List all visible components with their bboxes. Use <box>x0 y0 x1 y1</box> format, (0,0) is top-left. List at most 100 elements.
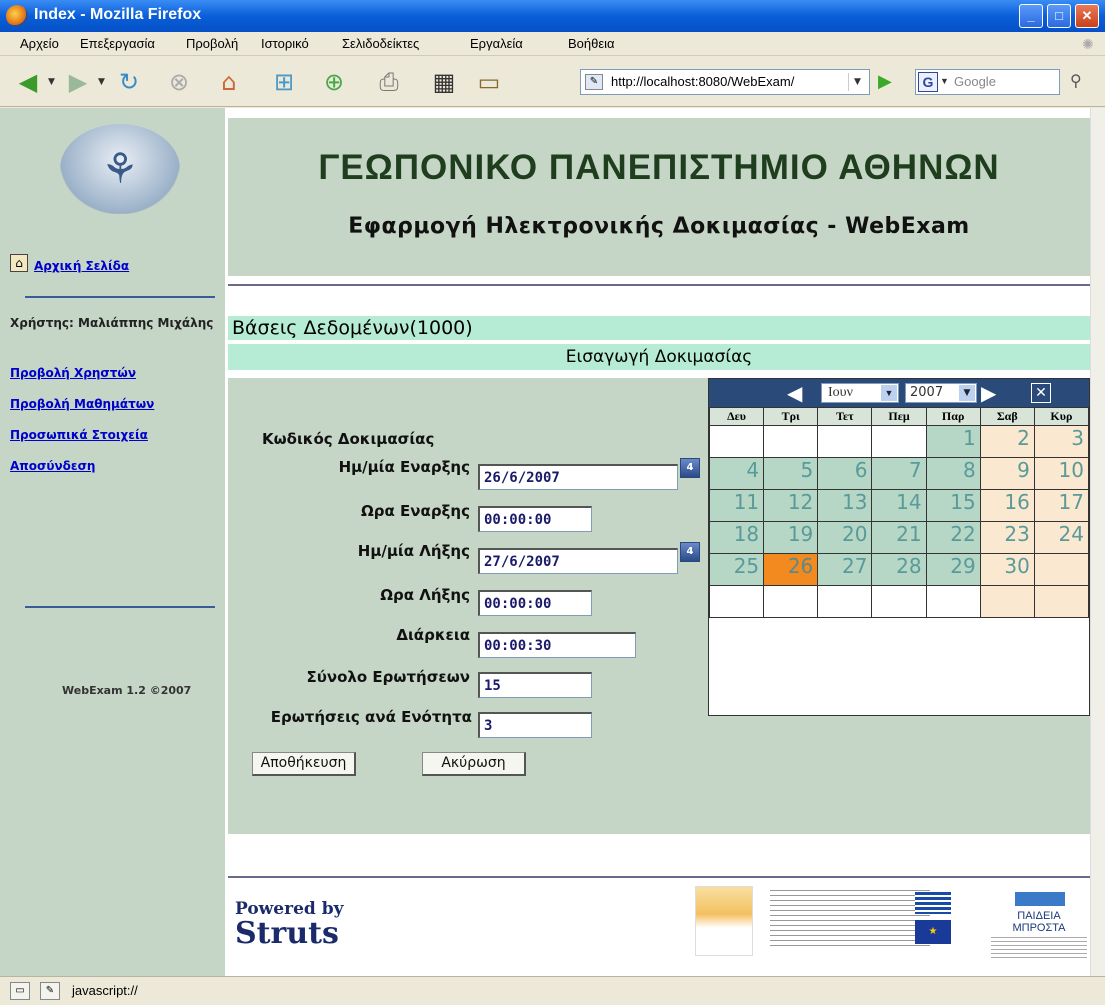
calendar-day[interactable]: 23 <box>979 521 1035 554</box>
calendar-day[interactable]: 29 <box>925 553 981 586</box>
eu-flag-icon: ★ <box>915 920 951 944</box>
minimize-button[interactable]: _ <box>1019 4 1043 28</box>
search-input[interactable]: Google <box>954 74 996 89</box>
calendar-day[interactable]: 24 <box>1033 521 1090 554</box>
home-icon[interactable]: ⌂ <box>213 66 245 98</box>
duration-label: Διάρκεια <box>396 626 470 644</box>
calendar-day[interactable]: 27 <box>817 553 873 586</box>
menu-file[interactable]: Αρχείο <box>20 36 59 51</box>
total-questions-input[interactable]: 15 <box>478 672 592 698</box>
new-window-icon[interactable]: ⊕ <box>318 66 350 98</box>
calendar-day[interactable]: 4 <box>708 457 765 490</box>
search-icon[interactable]: ⚲ <box>1070 71 1082 90</box>
calendar-empty-cell <box>708 585 765 618</box>
prev-month-icon[interactable]: ◀ <box>787 381 802 405</box>
calendar-day[interactable]: 6 <box>817 457 873 490</box>
weekday-header: Παρ <box>925 407 981 426</box>
calendar-day[interactable]: 15 <box>925 489 981 522</box>
menu-tools[interactable]: Εργαλεία <box>470 36 523 51</box>
sidebar-link-profile[interactable]: Προσωπικά Στοιχεία <box>10 428 148 442</box>
calendar-day[interactable]: 10 <box>1033 457 1090 490</box>
calendar-day[interactable]: 1 <box>925 425 981 458</box>
next-month-icon[interactable]: ▶ <box>981 381 996 405</box>
addon-icon[interactable]: ▭ <box>473 66 505 98</box>
save-button[interactable]: Αποθήκευση <box>252 752 356 776</box>
cancel-button[interactable]: Ακύρωση <box>422 752 526 776</box>
search-engine-dropdown-icon[interactable]: ▼ <box>940 76 949 86</box>
calendar-day[interactable]: 20 <box>817 521 873 554</box>
close-button[interactable]: ✕ <box>1075 4 1099 28</box>
calendar-day[interactable]: 11 <box>708 489 765 522</box>
calendar-day[interactable]: 28 <box>871 553 927 586</box>
calendar-day[interactable]: 18 <box>708 521 765 554</box>
calendar-empty-cell <box>708 425 765 458</box>
app-title: Εφαρμογή Ηλεκτρονικής Δοκιμασίας - WebEx… <box>348 214 970 239</box>
start-date-input[interactable]: 26/6/2007 <box>478 464 678 490</box>
year-select[interactable]: 2007 ▼ <box>905 383 977 403</box>
greek-flag-icon <box>915 892 951 914</box>
chevron-down-icon: ▼ <box>881 385 897 401</box>
search-bar[interactable]: G ▼ Google <box>915 69 1060 95</box>
fullscreen-icon[interactable]: ▦ <box>428 66 460 98</box>
start-time-input[interactable]: 00:00:00 <box>478 506 592 532</box>
calendar-day[interactable]: 16 <box>979 489 1035 522</box>
throbber-icon: ✺ <box>1082 36 1094 52</box>
url-dropdown-icon[interactable]: ▼ <box>848 73 866 91</box>
end-date-calendar-icon[interactable]: 4 <box>680 542 700 562</box>
forward-icon[interactable]: ▶ <box>62 66 94 98</box>
calendar-day[interactable]: 3 <box>1033 425 1090 458</box>
back-dropdown-icon[interactable]: ▼ <box>48 77 55 87</box>
calendar-day[interactable]: 8 <box>925 457 981 490</box>
vertical-scrollbar[interactable] <box>1090 108 1105 976</box>
home-link[interactable]: Αρχική Σελίδα <box>34 259 129 273</box>
status-text: javascript:// <box>72 983 138 998</box>
calendar-day[interactable]: 19 <box>763 521 819 554</box>
status-edit-icon[interactable]: ✎ <box>40 982 60 1000</box>
reload-icon[interactable]: ↻ <box>113 66 145 98</box>
forward-dropdown-icon[interactable]: ▼ <box>98 77 105 87</box>
site-header: ΓΕΩΠΟΝΙΚΟ ΠΑΝΕΠΙΣΤΗΜΙΟ ΑΘΗΝΩΝ Εφαρμογή Η… <box>228 118 1090 276</box>
sidebar-link-logout[interactable]: Αποσύνδεση <box>10 459 95 473</box>
month-select[interactable]: Ιουν ▼ <box>821 383 899 403</box>
sidebar-link-users[interactable]: Προβολή Χρηστών <box>10 366 136 380</box>
menu-view[interactable]: Προβολή <box>186 36 238 51</box>
calendar-day[interactable]: 21 <box>871 521 927 554</box>
close-icon[interactable]: ✕ <box>1031 383 1051 403</box>
calendar-day[interactable]: 9 <box>979 457 1035 490</box>
url-bar[interactable]: ✎ http://localhost:8080/WebExam/ <box>580 69 870 95</box>
menu-edit[interactable]: Επεξεργασία <box>80 36 155 51</box>
start-date-calendar-icon[interactable]: 4 <box>680 458 700 478</box>
end-date-input[interactable]: 27/6/2007 <box>478 548 678 574</box>
stop-icon[interactable]: ⊗ <box>163 66 195 98</box>
print-icon[interactable]: ⎙ <box>373 66 405 98</box>
home-page-icon[interactable]: ⌂ <box>10 254 28 272</box>
go-icon[interactable]: ▶ <box>878 71 892 92</box>
duration-input[interactable]: 00:00:30 <box>478 632 636 658</box>
calendar-day[interactable]: 14 <box>871 489 927 522</box>
menu-bookmarks[interactable]: Σελιδοδείκτες <box>342 36 419 51</box>
calendar-day[interactable]: 12 <box>763 489 819 522</box>
calendar-day[interactable]: 30 <box>979 553 1035 586</box>
calendar-day[interactable]: 22 <box>925 521 981 554</box>
calendar-day[interactable]: 26 <box>763 553 819 586</box>
end-time-input[interactable]: 00:00:00 <box>478 590 592 616</box>
per-section-input[interactable]: 3 <box>478 712 592 738</box>
calendar-day[interactable]: 5 <box>763 457 819 490</box>
window-title: Index - Mozilla Firefox <box>34 6 202 23</box>
calendar-day[interactable]: 7 <box>871 457 927 490</box>
weekday-header: Δευ <box>708 407 765 426</box>
sidebar-link-courses[interactable]: Προβολή Μαθημάτων <box>10 397 154 411</box>
menu-help[interactable]: Βοήθεια <box>568 36 615 51</box>
calendar-day[interactable]: 17 <box>1033 489 1090 522</box>
calendar-day[interactable]: 13 <box>817 489 873 522</box>
search-engine-icon[interactable]: G <box>918 72 938 92</box>
calendar-empty-cell <box>763 585 819 618</box>
status-panel-icon[interactable]: ▭ <box>10 982 30 1000</box>
calendar-day[interactable]: 2 <box>979 425 1035 458</box>
calendar-day[interactable]: 25 <box>708 553 765 586</box>
new-tab-icon[interactable]: ⊞ <box>268 66 300 98</box>
back-icon[interactable]: ◀ <box>12 66 44 98</box>
header-divider <box>228 284 1090 286</box>
maximize-button[interactable]: □ <box>1047 4 1071 28</box>
menu-history[interactable]: Ιστορικό <box>261 36 309 51</box>
